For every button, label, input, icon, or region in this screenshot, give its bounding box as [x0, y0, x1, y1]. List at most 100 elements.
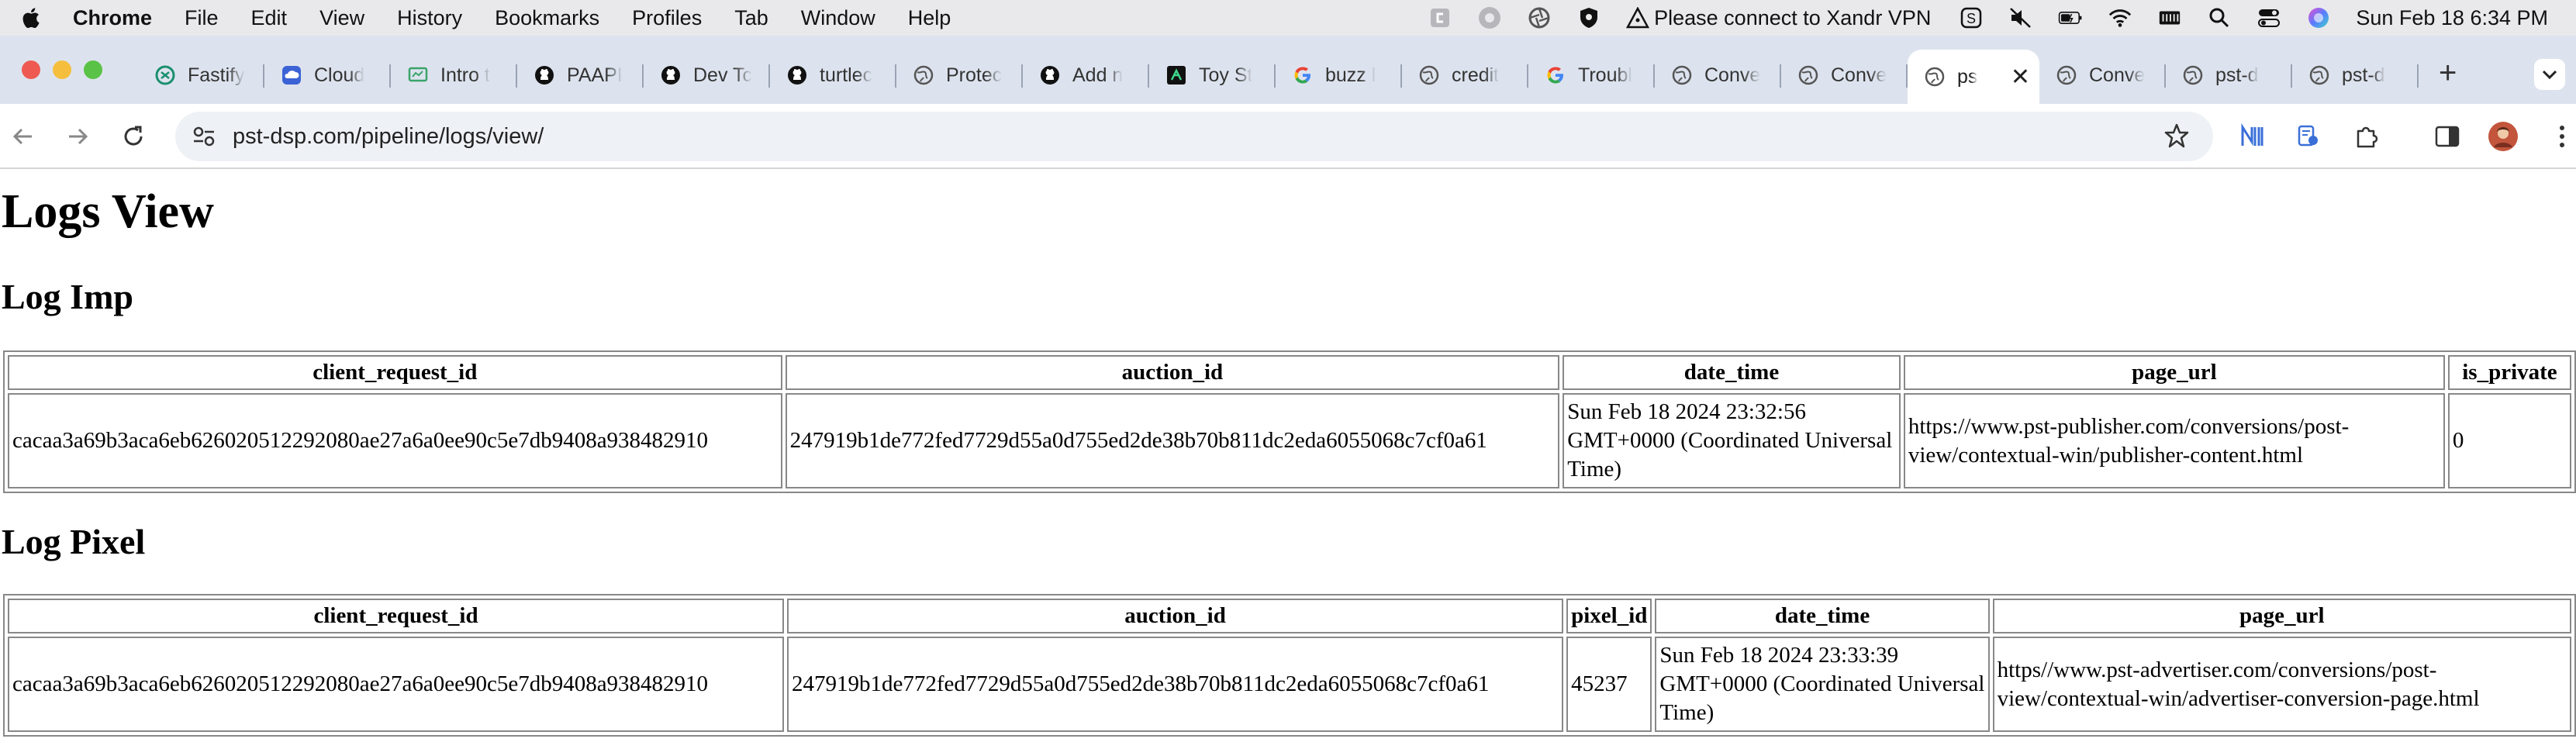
log-imp-table: client_request_id auction_id date_time p…	[3, 350, 2576, 493]
tab[interactable]: pst-d	[2292, 50, 2419, 100]
window-controls	[22, 60, 115, 79]
tab-label: Troubl	[1578, 64, 1632, 86]
menu-edit[interactable]: Edit	[251, 6, 288, 30]
memory-icon[interactable]	[2157, 5, 2182, 30]
vpn-status-text: Please connect to Xandr VPN	[1654, 5, 1932, 29]
url-text[interactable]: pst-dsp.com/pipeline/logs/view/	[233, 124, 544, 150]
tab[interactable]: PAAPI	[517, 50, 644, 100]
cloud-icon	[280, 64, 303, 87]
profile-avatar[interactable]	[2486, 119, 2520, 154]
google-icon	[1544, 64, 1567, 87]
menu-help[interactable]: Help	[908, 6, 951, 30]
extension-doc-icon[interactable]	[2291, 119, 2325, 154]
menu-tab[interactable]: Tab	[734, 6, 768, 30]
control-center-icon[interactable]	[2257, 5, 2281, 30]
column-header: page_url	[1903, 355, 2445, 390]
menu-file[interactable]: File	[185, 6, 219, 30]
bookmark-star-icon[interactable]	[2163, 123, 2190, 153]
extension-n-icon[interactable]	[2235, 119, 2269, 154]
menu-clock[interactable]: Sun Feb 18 6:34 PM	[2356, 6, 2548, 30]
app-status-icon[interactable]	[1428, 5, 1452, 30]
vpn-status[interactable]: Please connect to Xandr VPN	[1626, 6, 1931, 30]
log-imp-heading: Log Imp	[2, 277, 133, 316]
globe-icon	[1670, 64, 1694, 87]
extensions-puzzle-icon[interactable]	[2350, 119, 2384, 154]
column-header: auction_id	[787, 599, 1564, 633]
close-window-button[interactable]	[22, 60, 40, 79]
tab[interactable]: Protec	[896, 50, 1023, 100]
menu-profiles[interactable]: Profiles	[632, 6, 702, 30]
toy-icon	[1165, 64, 1188, 87]
back-button[interactable]	[6, 119, 40, 154]
column-header: client_request_id	[8, 599, 785, 633]
column-header: client_request_id	[8, 355, 782, 390]
shield-icon[interactable]	[1576, 5, 1601, 30]
battery-icon[interactable]	[2058, 5, 2083, 30]
tab-label: pst-d	[2215, 64, 2259, 86]
address-bar[interactable]: pst-dsp.com/pipeline/logs/view/	[175, 112, 2213, 161]
tab-label: Conve	[1831, 64, 1887, 86]
column-header: auction_id	[785, 355, 1560, 390]
close-tab-icon[interactable]: ✕	[2011, 64, 2030, 91]
browser-status-icon[interactable]	[1477, 5, 1502, 30]
tab[interactable]: buzz l	[1276, 50, 1402, 100]
menu-view[interactable]: View	[319, 6, 364, 30]
tab[interactable]: Add n	[1023, 50, 1149, 100]
tab-label: pst-d	[2342, 64, 2385, 86]
github-icon	[533, 64, 556, 87]
side-panel-icon[interactable]	[2430, 119, 2464, 154]
new-tab-button[interactable]: +	[2439, 56, 2457, 91]
tab[interactable]: pst-d	[2166, 50, 2292, 100]
tab[interactable]: Toy St	[1149, 50, 1276, 100]
tab[interactable]: Fastify	[138, 50, 264, 100]
menu-app-name[interactable]: Chrome	[73, 6, 152, 30]
tab[interactable]: Conve	[1781, 50, 1908, 100]
tab-label: ps	[1957, 65, 1978, 88]
reload-button[interactable]	[116, 119, 150, 154]
more-menu-icon[interactable]	[2545, 119, 2576, 154]
tab-active[interactable]: ps ✕	[1908, 50, 2039, 104]
tab[interactable]: turtlec	[770, 50, 896, 100]
site-info-icon[interactable]	[191, 123, 217, 150]
dollar-icon[interactable]: S	[1959, 5, 1984, 30]
aperture-icon[interactable]	[1527, 5, 1552, 30]
tab[interactable]: Dev Tc	[644, 50, 770, 100]
menu-history[interactable]: History	[397, 6, 462, 30]
menu-bookmarks[interactable]: Bookmarks	[495, 6, 599, 30]
minimize-window-button[interactable]	[53, 60, 71, 79]
siri-icon[interactable]	[2306, 5, 2331, 30]
column-header: date_time	[1563, 355, 1901, 390]
tab[interactable]: credit	[1402, 50, 1528, 100]
column-header: page_url	[1992, 599, 2571, 633]
tab[interactable]: Cloud	[264, 50, 391, 100]
github-icon	[1038, 64, 1062, 87]
globe-icon	[1923, 65, 1946, 88]
table-cell: https//www.pst-advertiser.com/conversion…	[1992, 637, 2571, 732]
tab[interactable]: Intro t	[391, 50, 517, 100]
tab-label: credit	[1452, 64, 1500, 86]
table-cell: 45237	[1566, 637, 1652, 732]
tab-label: Conve	[2089, 64, 2146, 86]
table-cell: Sun Feb 18 2024 23:33:39 GMT+0000 (Coord…	[1655, 637, 1990, 732]
globe-icon	[2308, 64, 2331, 87]
table-cell: cacaa3a69b3aca6eb626020512292080ae27a6a0…	[8, 637, 785, 732]
arrow-right-icon	[69, 128, 88, 145]
tab[interactable]: Conve	[1655, 50, 1781, 100]
table-row: cacaa3a69b3aca6eb626020512292080ae27a6a0…	[8, 637, 2571, 732]
zoom-window-button[interactable]	[84, 60, 102, 79]
tab-label: PAAPI	[567, 64, 623, 86]
github-icon	[786, 64, 809, 87]
macos-menu-bar: Chrome File Edit View History Bookmarks …	[0, 0, 2576, 36]
tab-label: Cloud	[314, 64, 365, 86]
tab[interactable]: Conve	[2039, 50, 2166, 100]
arrow-left-icon	[12, 128, 32, 145]
forward-button[interactable]	[60, 119, 95, 154]
search-icon[interactable]	[2207, 5, 2232, 30]
mute-icon[interactable]	[2008, 5, 2033, 30]
tab[interactable]: Troubl	[1528, 50, 1655, 100]
apple-icon[interactable]	[20, 6, 40, 29]
column-header: date_time	[1655, 599, 1990, 633]
wifi-icon[interactable]	[2108, 5, 2132, 30]
tab-search-button[interactable]	[2534, 59, 2565, 90]
menu-window[interactable]: Window	[801, 6, 875, 30]
